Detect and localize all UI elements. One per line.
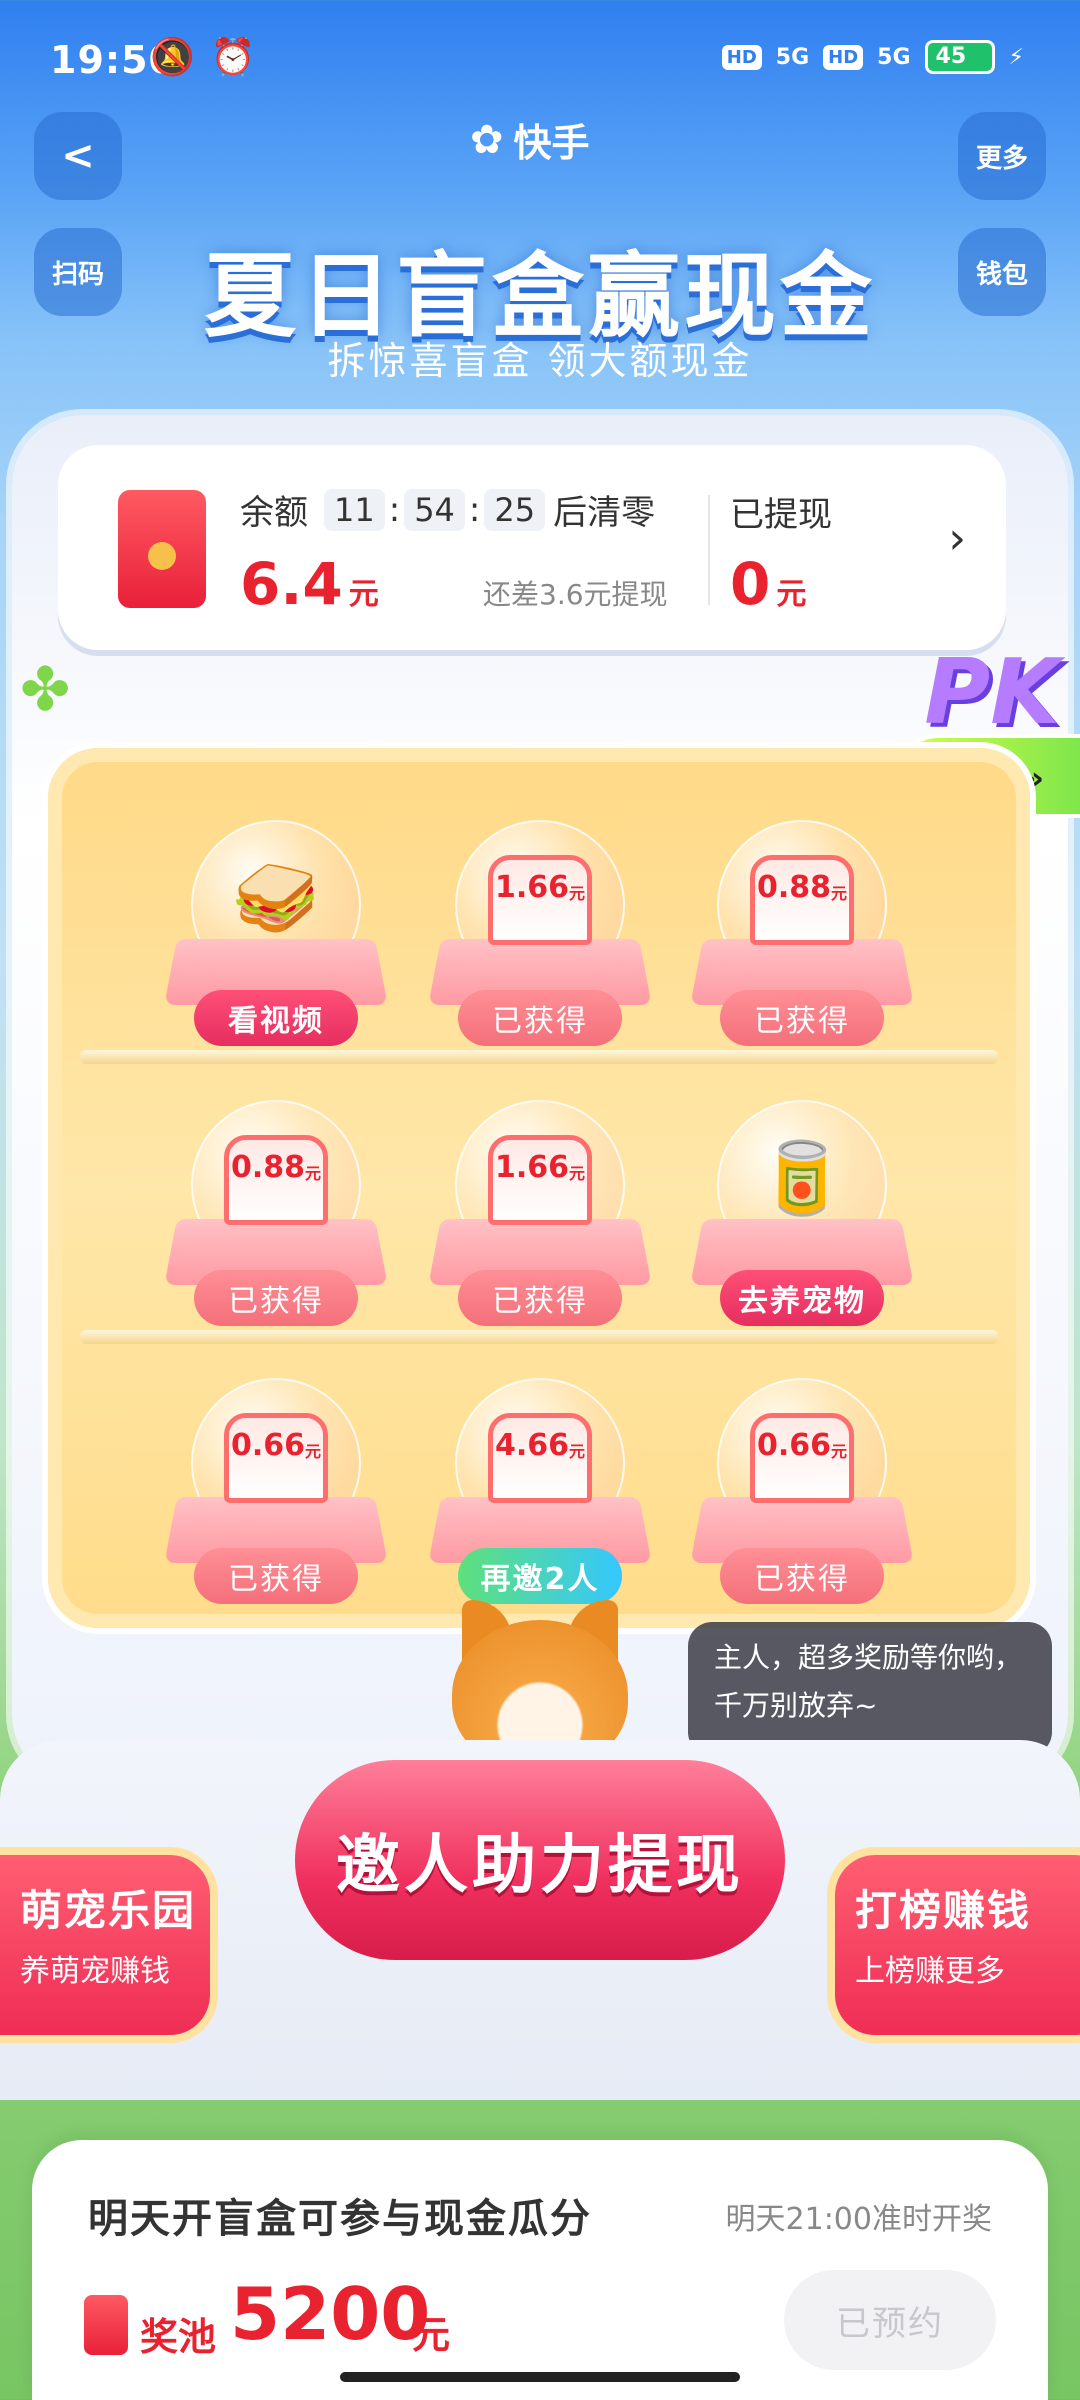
slot-action-label[interactable]: 已获得 (194, 1548, 358, 1604)
countdown-hours: 11 (324, 488, 385, 531)
battery-level: 45 (935, 44, 967, 69)
shelf-divider (80, 1050, 998, 1064)
mute-icon: 🔕 (150, 37, 195, 78)
reserved-button[interactable]: 已预约 (784, 2270, 996, 2370)
network-indicators: HD 5G HD 5G 45 ⚡ (721, 40, 1024, 74)
app-logo: ✿ 快手 (470, 112, 590, 167)
alarm-icon: ⏰ (210, 37, 256, 78)
blind-box-slot[interactable]: 0.88 元已获得 (164, 1100, 388, 1330)
status-bar: 19:50 🔕 ⏰ HD 5G HD 5G 45 ⚡ (0, 0, 1080, 120)
slot-action-label[interactable]: 已获得 (720, 990, 884, 1046)
blind-box-slot[interactable]: 1.66 元已获得 (428, 820, 652, 1050)
invite-withdraw-button[interactable]: 邀人助力提现 (285, 1760, 795, 2020)
blind-box-slot[interactable]: 🥫 去养宠物 (690, 1100, 914, 1330)
clear-suffix: 后清零 (553, 493, 656, 533)
prize-amount: 1.66 元 (488, 855, 592, 945)
draw-time: 明天21:00准时开奖 (725, 2202, 992, 2237)
cash-pool-panel: 明天开盲盒可参与现金瓜分 明天21:00准时开奖 奖池 5200 元 已预约 (32, 2140, 1048, 2400)
slot-action-label[interactable]: 看视频 (194, 990, 358, 1046)
blind-box-slot[interactable]: 🥪 看视频 (164, 820, 388, 1050)
can-icon: 🥫 (758, 1136, 846, 1219)
prize-amount: 0.66 元 (224, 1413, 328, 1503)
signal-5g-2: 5G (877, 44, 911, 70)
pet-park-title: 萌宠乐园 (20, 1886, 197, 1935)
ranking-card[interactable]: 打榜赚钱 上榜赚更多 (835, 1855, 1080, 2035)
kuaishou-logo-icon: ✿ (470, 116, 504, 163)
logo-text: 快手 (513, 121, 590, 165)
hd-badge: HD (823, 44, 864, 70)
shelf-divider (80, 1330, 998, 1344)
slot-action-label[interactable]: 已获得 (194, 1270, 358, 1326)
countdown: 余额 11: 54: 25 后清零 (240, 485, 655, 534)
withdrawn-label: 已提现 (730, 495, 832, 535)
ranking-title: 打榜赚钱 (855, 1886, 1032, 1935)
panel-title: 明天开盲盒可参与现金瓜分 (88, 2196, 592, 2242)
countdown-minutes: 54 (404, 488, 465, 531)
battery-icon: 45 (924, 40, 995, 74)
card-divider (708, 495, 710, 605)
pet-park-card[interactable]: 萌宠乐园 养萌宠赚钱 (0, 1855, 210, 2035)
pet-park-sub: 养萌宠赚钱 (20, 1954, 170, 1989)
slot-action-label[interactable]: 已获得 (458, 990, 622, 1046)
pool-unit: 元 (412, 2313, 451, 2357)
countdown-seconds: 25 (484, 488, 546, 531)
slot-action-label[interactable]: 已获得 (720, 1548, 884, 1604)
pool-amount: 5200 (230, 2272, 431, 2356)
red-packet-icon (118, 490, 206, 608)
status-icons: 🔕 ⏰ (150, 36, 256, 78)
charging-icon: ⚡ (1008, 44, 1024, 70)
mascot-tooltip: 主人，超多奖励等你哟，千万别放弃~ (688, 1622, 1052, 1756)
blind-box-slot[interactable]: 0.66 元已获得 (164, 1378, 388, 1608)
prize-amount: 4.66 元 (488, 1413, 592, 1503)
invite-withdraw-label: 邀人助力提现 (295, 1760, 785, 1960)
slot-action-label[interactable]: 去养宠物 (720, 1270, 884, 1326)
pool-label: 奖池 (140, 2315, 217, 2359)
clover-icon: ✤ (20, 655, 71, 725)
ranking-sub: 上榜赚更多 (855, 1954, 1005, 1989)
blind-box-slot[interactable]: 4.66 元再邀2人 (428, 1378, 652, 1608)
red-packet-icon (84, 2295, 128, 2355)
prize-amount: 0.66 元 (750, 1413, 854, 1503)
withdraw-hint: 还差3.6元提现 (483, 578, 668, 611)
prize-amount: 0.88 元 (224, 1135, 328, 1225)
balance-label: 余额 (240, 493, 308, 533)
hd-badge: HD (721, 44, 762, 70)
balance-amount: 6.4 元 (240, 550, 379, 618)
withdrawn-amount: 0元 (730, 550, 807, 618)
chevron-right-icon[interactable]: › (948, 513, 966, 564)
back-button[interactable]: < (34, 112, 122, 200)
sandwich-icon: 🥪 (232, 856, 320, 939)
pk-logo: PK (924, 640, 1060, 745)
hero-subtitle: 拆惊喜盲盒 领大额现金 (327, 339, 753, 383)
slot-action-label[interactable]: 再邀2人 (458, 1548, 622, 1604)
blind-box-slot[interactable]: 0.66 元已获得 (690, 1378, 914, 1608)
prize-amount: 0.88 元 (750, 855, 854, 945)
home-indicator[interactable] (340, 2372, 740, 2382)
blind-box-slot[interactable]: 0.88 元已获得 (690, 820, 914, 1050)
slot-action-label[interactable]: 已获得 (458, 1270, 622, 1326)
blind-box-slot[interactable]: 1.66 元已获得 (428, 1100, 652, 1330)
balance-card[interactable]: 余额 11: 54: 25 后清零 6.4 元 还差3.6元提现 已提现 0元 › (58, 445, 1006, 650)
signal-5g-1: 5G (775, 44, 810, 70)
prize-amount: 1.66 元 (488, 1135, 592, 1225)
more-button[interactable]: 更多 (958, 112, 1046, 200)
